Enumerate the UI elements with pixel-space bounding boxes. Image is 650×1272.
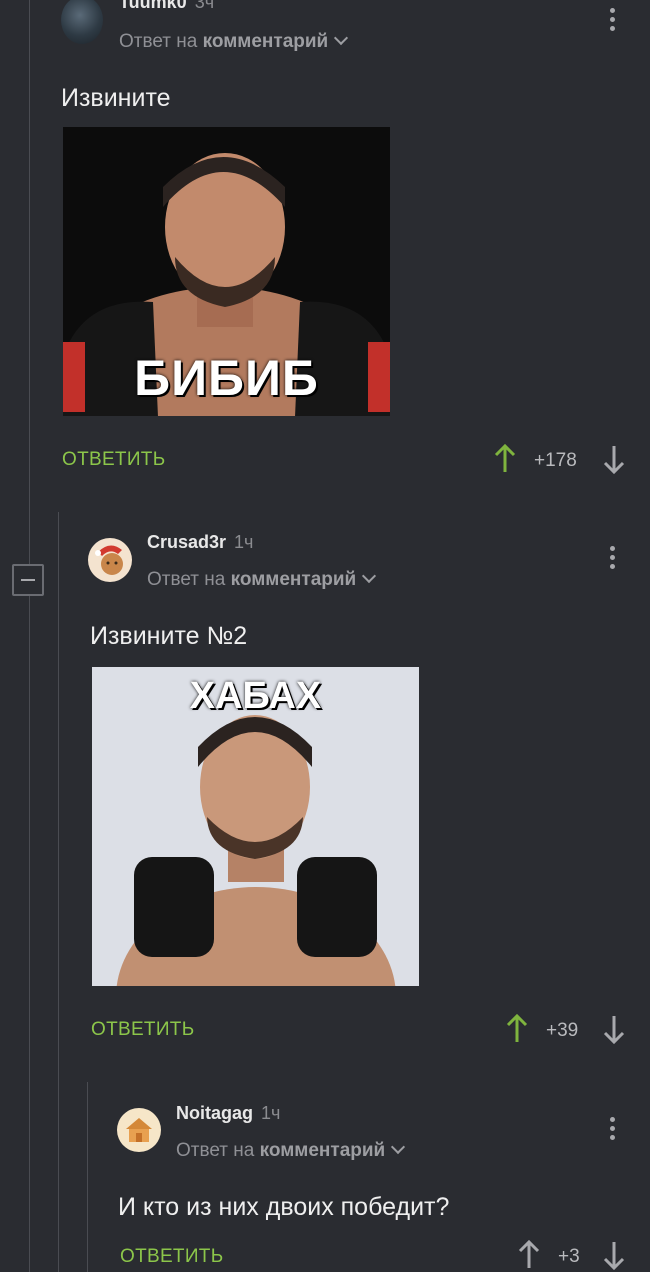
chevron-down-icon[interactable] — [391, 1139, 406, 1155]
reply-prefix: Ответ на — [119, 31, 198, 52]
author-name[interactable]: Tuumk0 — [119, 0, 187, 12]
comment-time: 1ч — [261, 1103, 281, 1123]
thread-line-level-2 — [58, 512, 59, 1272]
comment-image[interactable]: БИБИБ — [63, 127, 390, 416]
comment-text: Извините №2 — [90, 622, 248, 650]
upvote-arrow-icon[interactable] — [518, 1240, 540, 1270]
author-name[interactable]: Crusad3r — [147, 532, 226, 552]
reply-meta[interactable]: Ответ на комментарий — [119, 30, 349, 53]
upvote-arrow-icon[interactable] — [506, 1014, 528, 1044]
avatar[interactable] — [88, 538, 132, 582]
kebab-menu-icon[interactable] — [610, 546, 616, 573]
downvote-arrow-icon[interactable] — [603, 1014, 625, 1044]
reply-button[interactable]: ОТВЕТИТЬ — [62, 449, 165, 471]
kebab-menu-icon[interactable] — [610, 1117, 616, 1144]
reply-button[interactable]: ОТВЕТИТЬ — [120, 1246, 223, 1268]
comment-image[interactable]: ХАБАХ — [92, 667, 419, 986]
comment-score: +3 — [558, 1246, 580, 1267]
upvote-arrow-icon[interactable] — [494, 444, 516, 474]
reply-prefix: Ответ на — [176, 1140, 255, 1161]
chevron-down-icon[interactable] — [334, 30, 349, 46]
chevron-down-icon[interactable] — [362, 568, 377, 584]
downvote-arrow-icon[interactable] — [603, 1240, 625, 1270]
house-avatar-icon — [126, 1118, 152, 1142]
gingerbread-avatar-icon — [95, 545, 123, 575]
avatar[interactable] — [61, 0, 103, 44]
thread-line-level-3 — [87, 1082, 88, 1272]
comment-text: Извините — [61, 84, 171, 112]
reply-target-link[interactable]: комментарий — [203, 31, 329, 52]
reply-meta[interactable]: Ответ на комментарий — [176, 1139, 406, 1162]
comment-header: Crusad3r 1ч — [147, 532, 253, 553]
thread-line-level-1 — [29, 0, 30, 1272]
kebab-menu-icon[interactable] — [610, 8, 616, 35]
comment-score: +178 — [534, 450, 577, 471]
collapse-thread-button[interactable] — [12, 564, 44, 596]
reply-target-link[interactable]: комментарий — [231, 569, 357, 590]
downvote-arrow-icon[interactable] — [603, 444, 625, 474]
reply-meta[interactable]: Ответ на комментарий — [147, 568, 377, 591]
comment-time: 3ч — [194, 0, 215, 12]
comment-score: +39 — [546, 1020, 579, 1041]
comment-text: И кто из них двоих победит? — [118, 1193, 450, 1221]
comment-header: Noitagag 1ч — [176, 1103, 280, 1124]
reply-prefix: Ответ на — [147, 569, 226, 590]
image-caption: ХАБАХ — [189, 675, 322, 717]
comment-header: Tuumk0 3ч — [119, 0, 214, 13]
reply-target-link[interactable]: комментарий — [260, 1140, 386, 1161]
avatar[interactable] — [117, 1108, 161, 1152]
author-name[interactable]: Noitagag — [176, 1103, 253, 1123]
comment-time: 1ч — [234, 532, 254, 552]
image-caption: БИБИБ — [134, 350, 319, 406]
reply-button[interactable]: ОТВЕТИТЬ — [91, 1019, 194, 1041]
